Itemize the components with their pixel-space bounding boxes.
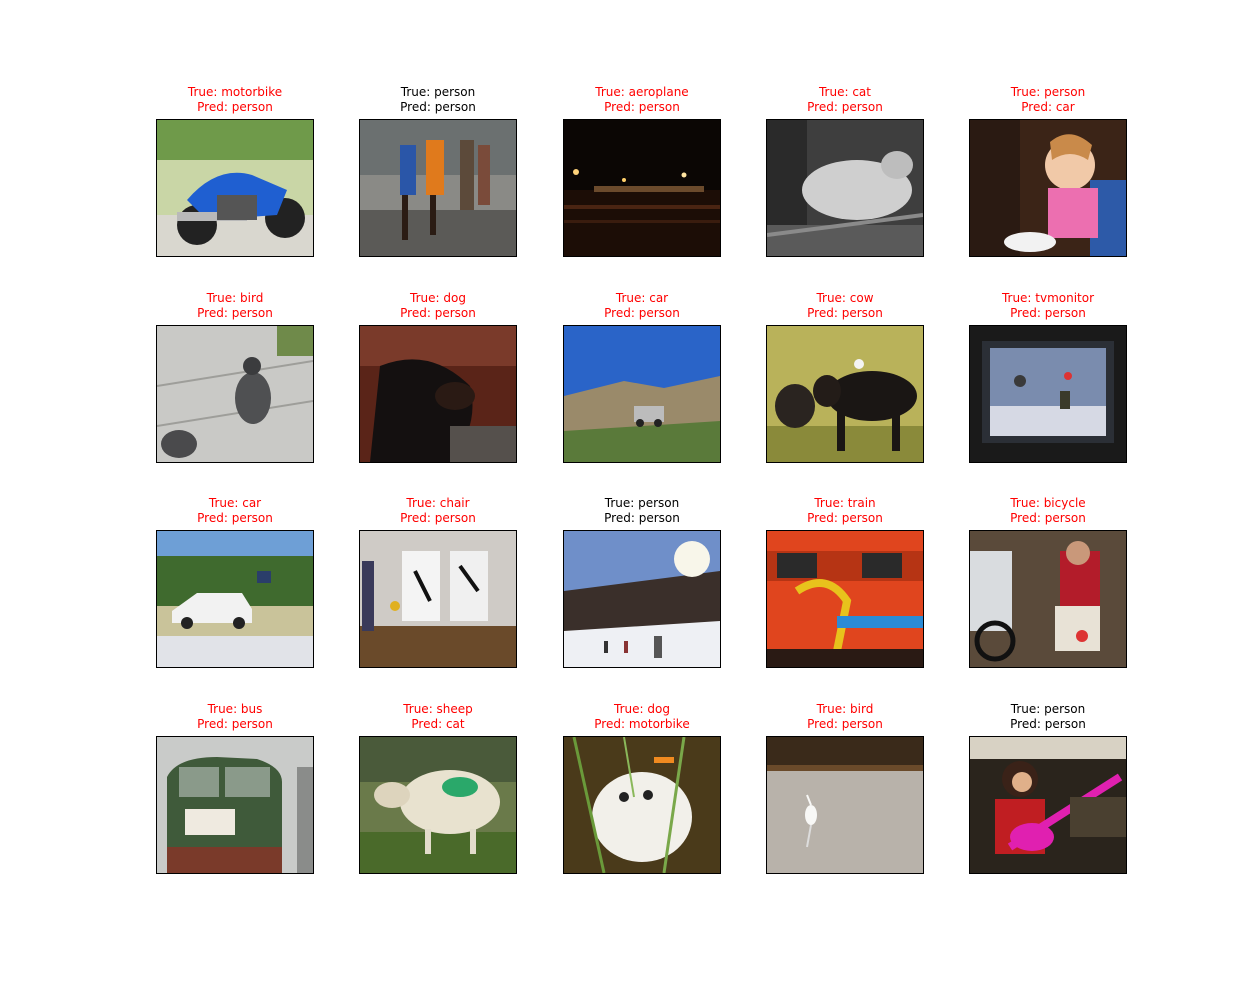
grid-cell-r3-c3: True: person Pred: person bbox=[563, 496, 721, 668]
true-label: True: bus bbox=[207, 702, 263, 716]
thumbnail-skiers bbox=[563, 530, 721, 668]
thumbnail-heron bbox=[766, 736, 924, 874]
pred-label: Pred: person bbox=[604, 511, 680, 525]
pred-label: Pred: person bbox=[197, 511, 273, 525]
grid-cell-r4-c3: True: dog Pred: motorbike bbox=[563, 702, 721, 874]
thumbnail-child-eating bbox=[969, 119, 1127, 257]
thumbnail-guitarist bbox=[969, 736, 1127, 874]
pred-label: Pred: person bbox=[807, 100, 883, 114]
grid-cell-r3-c2: True: chair Pred: person bbox=[359, 496, 517, 668]
thumbnail-runners bbox=[359, 119, 517, 257]
thumbnail-pigeons bbox=[156, 325, 314, 463]
grid-cell-r1-c5: True: person Pred: car bbox=[969, 85, 1127, 257]
pred-label: Pred: person bbox=[604, 306, 680, 320]
true-label: True: sheep bbox=[403, 702, 473, 716]
thumbnail-sheep bbox=[359, 736, 517, 874]
true-label: True: dog bbox=[410, 291, 466, 305]
true-label: True: bird bbox=[206, 291, 264, 305]
pred-label: Pred: person bbox=[197, 717, 273, 731]
pred-label: Pred: motorbike bbox=[594, 717, 690, 731]
pred-label: Pred: person bbox=[400, 306, 476, 320]
pred-label: Pred: person bbox=[1010, 306, 1086, 320]
thumbnail-night-airport bbox=[563, 119, 721, 257]
thumbnail-chairs bbox=[359, 530, 517, 668]
true-label: True: aeroplane bbox=[595, 85, 689, 99]
grid-cell-r1-c1: True: motorbike Pred: person bbox=[156, 85, 314, 257]
pred-label: Pred: person bbox=[807, 306, 883, 320]
pred-label: Pred: person bbox=[807, 511, 883, 525]
pred-label: Pred: person bbox=[400, 100, 476, 114]
thumbnail-tv bbox=[969, 325, 1127, 463]
true-label: True: car bbox=[615, 291, 669, 305]
grid-cell-r2-c3: True: car Pred: person bbox=[563, 291, 721, 463]
true-label: True: person bbox=[1010, 702, 1086, 716]
pred-label: Pred: person bbox=[604, 100, 680, 114]
true-label: True: car bbox=[208, 496, 262, 510]
true-label: True: train bbox=[814, 496, 876, 510]
thumbnail-white-dog bbox=[563, 736, 721, 874]
grid-cell-r4-c5: True: person Pred: person bbox=[969, 702, 1127, 874]
true-label: True: tvmonitor bbox=[1001, 291, 1095, 305]
true-label: True: person bbox=[1010, 85, 1086, 99]
pred-label: Pred: cat bbox=[411, 717, 465, 731]
grid-cell-r4-c4: True: bird Pred: person bbox=[766, 702, 924, 874]
thumbnail-train bbox=[766, 530, 924, 668]
grid-cell-r4-c1: True: bus Pred: person bbox=[156, 702, 314, 874]
thumbnail-cyclist bbox=[969, 530, 1127, 668]
grid-cell-r1-c2: True: person Pred: person bbox=[359, 85, 517, 257]
pred-label: Pred: person bbox=[400, 511, 476, 525]
grid-cell-r3-c5: True: bicycle Pred: person bbox=[969, 496, 1127, 668]
pred-label: Pred: person bbox=[1010, 511, 1086, 525]
pred-label: Pred: person bbox=[197, 306, 273, 320]
true-label: True: motorbike bbox=[187, 85, 283, 99]
thumbnail-wrecked-car bbox=[156, 530, 314, 668]
true-label: True: bird bbox=[816, 702, 874, 716]
grid-cell-r2-c1: True: bird Pred: person bbox=[156, 291, 314, 463]
thumbnail-motorbike bbox=[156, 119, 314, 257]
grid-cell-r4-c2: True: sheep Pred: cat bbox=[359, 702, 517, 874]
thumbnail-dog bbox=[359, 325, 517, 463]
grid-cell-r1-c3: True: aeroplane Pred: person bbox=[563, 85, 721, 257]
thumbnail-cat bbox=[766, 119, 924, 257]
true-label: True: cat bbox=[818, 85, 871, 99]
true-label: True: person bbox=[400, 85, 476, 99]
thumbnail-cows bbox=[766, 325, 924, 463]
true-label: True: chair bbox=[406, 496, 470, 510]
true-label: True: bicycle bbox=[1010, 496, 1086, 510]
true-label: True: dog bbox=[614, 702, 670, 716]
pred-label: Pred: car bbox=[1021, 100, 1075, 114]
true-label: True: cow bbox=[816, 291, 874, 305]
grid-cell-r3-c4: True: train Pred: person bbox=[766, 496, 924, 668]
grid-cell-r2-c2: True: dog Pred: person bbox=[359, 291, 517, 463]
grid-cell-r2-c5: True: tvmonitor Pred: person bbox=[969, 291, 1127, 463]
true-label: True: person bbox=[604, 496, 680, 510]
pred-label: Pred: person bbox=[197, 100, 273, 114]
thumbnail-car-hill bbox=[563, 325, 721, 463]
grid-cell-r3-c1: True: car Pred: person bbox=[156, 496, 314, 668]
thumbnail-bus bbox=[156, 736, 314, 874]
pred-label: Pred: person bbox=[807, 717, 883, 731]
grid-cell-r2-c4: True: cow Pred: person bbox=[766, 291, 924, 463]
pred-label: Pred: person bbox=[1010, 717, 1086, 731]
grid-cell-r1-c4: True: cat Pred: person bbox=[766, 85, 924, 257]
